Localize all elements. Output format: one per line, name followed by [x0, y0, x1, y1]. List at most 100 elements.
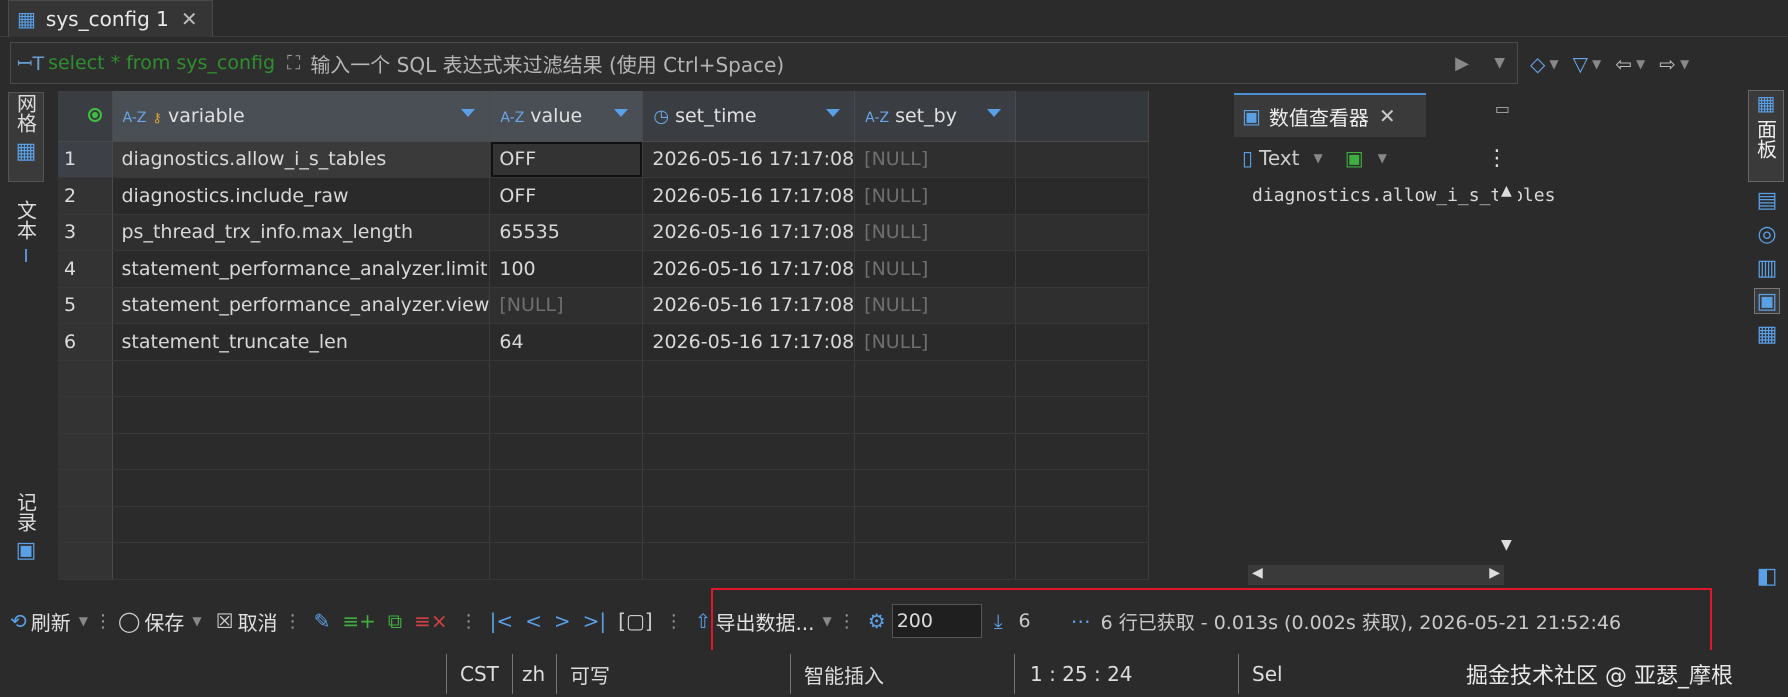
calc-icon[interactable]: ▥: [1754, 256, 1780, 282]
table-row[interactable]: 5 statement_performance_analyzer.view [N…: [58, 287, 1150, 324]
column-header-variable[interactable]: A-Z ⚷ variable: [112, 91, 491, 142]
cell-set-time[interactable]: 2026-05-16 17:17:08: [642, 287, 856, 324]
tab-grid[interactable]: 网格 ▦: [8, 92, 44, 182]
vertical-scrollbar[interactable]: ▲ ▼: [1498, 183, 1518, 553]
cell-set-time[interactable]: 2026-05-16 17:17:08: [642, 323, 856, 361]
column-menu-icon[interactable]: [987, 109, 1002, 117]
cell-variable[interactable]: diagnostics.allow_i_s_tables: [112, 141, 491, 178]
table-row[interactable]: 4 statement_performance_analyzer.limit 1…: [58, 250, 1150, 288]
cancel-button[interactable]: ☒ 取消: [216, 607, 278, 636]
format-selector[interactable]: Text: [1259, 146, 1299, 170]
scroll-left-icon[interactable]: ◀: [1252, 565, 1263, 581]
row-number[interactable]: 2: [58, 177, 113, 215]
filter-icon[interactable]: ▽: [1573, 52, 1588, 76]
filter-input[interactable]: 输入一个 SQL 表达式来过滤结果 (使用 Ctrl+Space): [310, 49, 784, 78]
back-icon[interactable]: ⇦: [1615, 52, 1632, 76]
cell-set-time[interactable]: 2026-05-16 17:17:08: [642, 141, 856, 178]
cell-value[interactable]: OFF: [489, 177, 644, 215]
horizontal-scrollbar[interactable]: ◀ ▶: [1248, 565, 1504, 585]
tab-record[interactable]: 记录 ▣: [8, 492, 44, 572]
column-menu-icon[interactable]: [826, 109, 841, 117]
table-row[interactable]: 2 diagnostics.include_raw OFF 2026-05-16…: [58, 177, 1150, 215]
cell-set-by[interactable]: [NULL]: [854, 177, 1017, 215]
add-row-icon[interactable]: ≡+: [342, 609, 376, 633]
grouping-icon[interactable]: ▦: [1754, 322, 1780, 348]
column-header-set-by[interactable]: A-Z set_by: [854, 91, 1017, 142]
scroll-right-icon[interactable]: ▶: [1489, 565, 1500, 581]
scroll-down-icon[interactable]: ▼: [1501, 537, 1512, 553]
row-number[interactable]: 3: [58, 214, 113, 251]
cell-variable[interactable]: diagnostics.include_raw: [112, 177, 491, 215]
cell-set-by[interactable]: [NULL]: [854, 323, 1017, 361]
cell-value[interactable]: [NULL]: [489, 287, 644, 324]
tab-value-viewer[interactable]: ▣ 数值查看器 ✕: [1234, 93, 1426, 137]
column-menu-icon[interactable]: [461, 109, 476, 117]
chevron-down-icon[interactable]: ▼: [1636, 57, 1645, 71]
minimize-icon[interactable]: ▭: [1495, 99, 1510, 118]
row-number[interactable]: 5: [58, 287, 113, 324]
cell-set-by[interactable]: [NULL]: [854, 214, 1017, 251]
apply-filter-icon[interactable]: ▶: [1455, 53, 1469, 74]
eraser-icon[interactable]: ◇: [1530, 52, 1545, 76]
previous-page-icon[interactable]: <: [525, 609, 542, 633]
sql-query-label[interactable]: ꟷT select * from sys_config: [17, 50, 277, 76]
value-viewer-icon[interactable]: ▣: [1754, 288, 1780, 314]
chevron-down-icon[interactable]: ▼: [1549, 57, 1558, 71]
more-options-icon[interactable]: ⋮: [1486, 146, 1508, 171]
chevron-down-icon[interactable]: ▼: [79, 614, 88, 628]
row-number[interactable]: 4: [58, 250, 113, 288]
cell-variable[interactable]: ps_thread_trx_info.max_length: [112, 214, 491, 251]
cell-set-by[interactable]: [NULL]: [854, 250, 1017, 288]
cell-value[interactable]: 65535: [489, 214, 644, 251]
tab-sys-config[interactable]: ▦ sys_config 1 ✕: [8, 0, 213, 37]
expand-icon[interactable]: ⛶: [287, 52, 300, 74]
save-button[interactable]: ◯ 保存: [118, 607, 184, 636]
column-header-value[interactable]: A-Z value: [489, 91, 644, 142]
cell-set-by[interactable]: [NULL]: [854, 287, 1017, 324]
chevron-down-icon[interactable]: ▼: [1378, 151, 1387, 165]
column-header-set-time[interactable]: ◷ set_time: [642, 91, 856, 142]
scroll-up-icon[interactable]: ▲: [1501, 183, 1512, 199]
cell-value[interactable]: 64: [489, 323, 644, 361]
delete-row-icon[interactable]: ≡×: [414, 609, 448, 633]
select-all-corner[interactable]: [58, 91, 113, 142]
cell-set-time[interactable]: 2026-05-16 17:17:08: [642, 250, 856, 288]
refresh-button[interactable]: ⟲ 刷新: [10, 607, 71, 636]
metadata-icon[interactable]: ▤: [1754, 188, 1780, 214]
cell-variable[interactable]: statement_truncate_len: [112, 323, 491, 361]
chevron-down-icon[interactable]: ▼: [1313, 151, 1322, 165]
close-icon[interactable]: ✕: [1379, 104, 1396, 128]
next-page-icon[interactable]: >: [554, 609, 571, 633]
copy-row-icon[interactable]: ⧉: [388, 609, 402, 633]
save-icon[interactable]: ▣: [1345, 146, 1364, 170]
close-icon[interactable]: ✕: [181, 7, 198, 31]
fit-columns-icon[interactable]: [▢]: [618, 609, 653, 633]
separator: [512, 654, 513, 694]
cell-variable[interactable]: statement_performance_analyzer.view: [112, 287, 491, 324]
layout-toggle-icon[interactable]: ◧: [1754, 564, 1780, 590]
row-number[interactable]: 6: [58, 323, 113, 361]
tab-text[interactable]: 文本 I: [8, 200, 44, 280]
cell-set-by[interactable]: [NULL]: [854, 141, 1017, 178]
table-row[interactable]: 3 ps_thread_trx_info.max_length 65535 20…: [58, 214, 1150, 251]
column-menu-icon[interactable]: [614, 109, 629, 117]
chevron-down-icon[interactable]: ▼: [192, 614, 201, 628]
last-page-icon[interactable]: >|: [583, 609, 607, 633]
filter-history-dropdown-icon[interactable]: ▼: [1494, 55, 1505, 71]
references-icon[interactable]: ◎: [1754, 222, 1780, 248]
chevron-down-icon[interactable]: ▼: [1680, 57, 1689, 71]
row-number[interactable]: 1: [58, 141, 113, 178]
chevron-down-icon[interactable]: ▼: [1592, 57, 1601, 71]
tab-panels[interactable]: ▦ 面板: [1748, 90, 1784, 182]
cell-value[interactable]: 100: [489, 250, 644, 288]
table-row[interactable]: 1 diagnostics.allow_i_s_tables OFF 2026-…: [58, 141, 1150, 178]
empty-row: [58, 469, 1150, 507]
cell-set-time[interactable]: 2026-05-16 17:17:08: [642, 177, 856, 215]
edit-row-icon[interactable]: ✎: [314, 609, 331, 633]
cell-set-time[interactable]: 2026-05-16 17:17:08: [642, 214, 856, 251]
cell-value[interactable]: OFF: [489, 141, 644, 178]
table-row[interactable]: 6 statement_truncate_len 64 2026-05-16 1…: [58, 323, 1150, 361]
cell-variable[interactable]: statement_performance_analyzer.limit: [112, 250, 491, 288]
forward-icon[interactable]: ⇨: [1659, 52, 1676, 76]
first-page-icon[interactable]: |<: [490, 609, 514, 633]
